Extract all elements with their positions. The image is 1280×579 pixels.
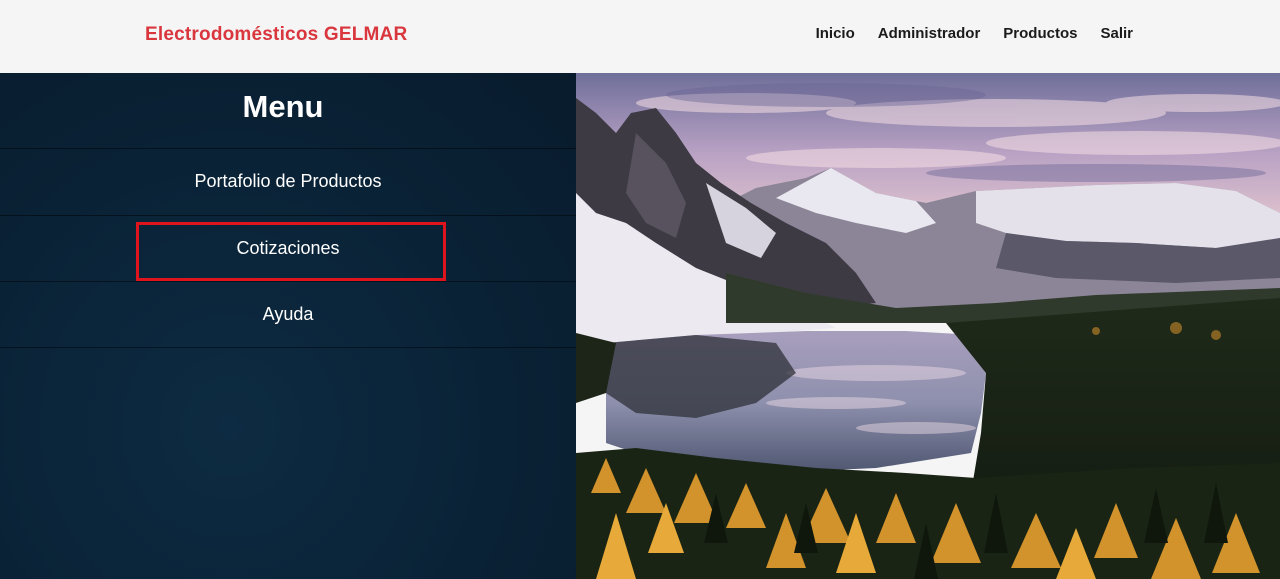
menu-item-label: Ayuda: [262, 303, 314, 324]
menu-panel: Menu Portafolio de Productos Cotizacione…: [0, 73, 576, 579]
nav-link-administrador[interactable]: Administrador: [878, 25, 981, 42]
top-navbar: Electrodomésticos GELMAR Inicio Administ…: [0, 0, 1280, 73]
menu-list: Portafolio de Productos Cotizaciones Ayu…: [0, 148, 576, 348]
menu-item-ayuda[interactable]: Ayuda: [0, 281, 576, 348]
menu-item-cotizaciones[interactable]: Cotizaciones: [0, 214, 576, 282]
nav-link-salir[interactable]: Salir: [1100, 25, 1133, 42]
menu-title: Menu: [242, 89, 324, 124]
nav-link-inicio[interactable]: Inicio: [816, 25, 855, 42]
nav-link-productos[interactable]: Productos: [1003, 25, 1077, 42]
menu-item-label: Cotizaciones: [236, 237, 340, 258]
hero-landscape-image: [576, 73, 1280, 579]
menu-item-label: Portafolio de Productos: [194, 171, 382, 192]
brand-logo-link[interactable]: Electrodomésticos GELMAR: [145, 24, 407, 46]
nav-links: Inicio Administrador Productos Salir: [816, 25, 1133, 42]
menu-item-portafolio-de-productos[interactable]: Portafolio de Productos: [0, 148, 576, 215]
